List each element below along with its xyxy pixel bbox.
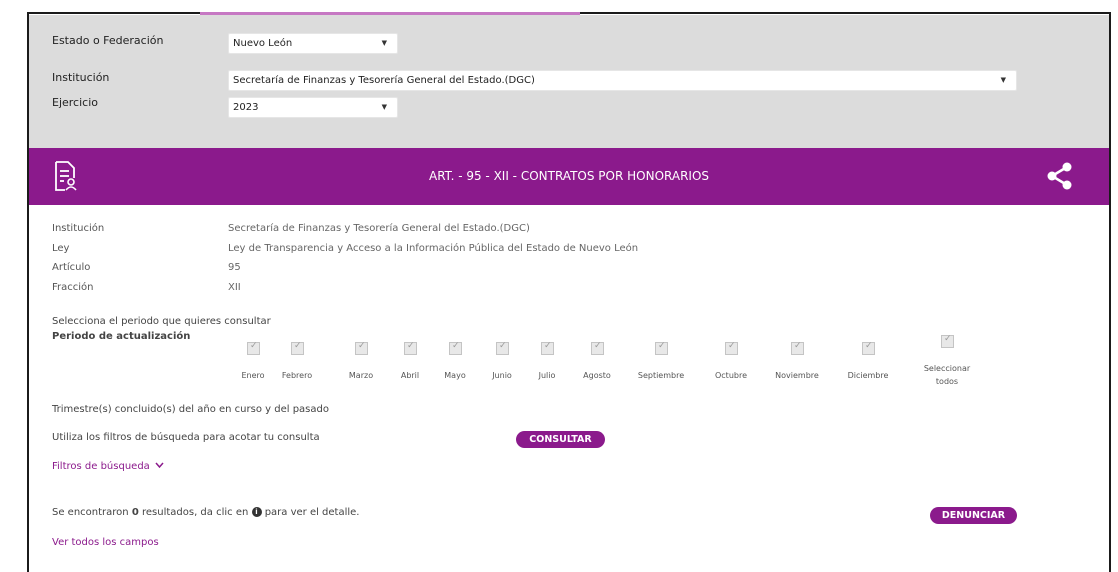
month-checkbox[interactable] xyxy=(404,341,417,355)
filtros-hint: Utiliza los filtros de búsqueda para aco… xyxy=(52,432,320,443)
chevron-down-icon: ▼ xyxy=(381,39,387,47)
institucion-label: Institución xyxy=(52,71,110,84)
meta-fraccion-value: XII xyxy=(228,282,241,293)
results-text: Se encontraron 0 resultados, da clic en … xyxy=(52,507,360,518)
meta-institucion-value: Secretaría de Finanzas y Tesorería Gener… xyxy=(228,223,530,234)
month-checkbox[interactable] xyxy=(449,341,462,355)
results-suffix-b: para ver el detalle. xyxy=(264,507,360,518)
chevron-down-icon: ▼ xyxy=(381,103,387,111)
month-checkbox[interactable] xyxy=(291,341,304,355)
consultar-button[interactable]: CONSULTAR xyxy=(516,431,605,448)
trimestres-text: Trimestre(s) concluido(s) del año en cur… xyxy=(52,404,329,415)
month-checkbox[interactable] xyxy=(591,341,604,355)
periodo-prompt: Selecciona el periodo que quieres consul… xyxy=(52,316,271,327)
results-prefix: Se encontraron xyxy=(52,507,129,518)
month-checkbox[interactable] xyxy=(862,341,875,355)
filtros-toggle-label: Filtros de búsqueda xyxy=(52,461,150,472)
month-label: Septiembre xyxy=(637,371,685,380)
ver-todos-campos-link[interactable]: Ver todos los campos xyxy=(52,537,159,548)
share-icon[interactable] xyxy=(1046,162,1074,190)
select-all-label: Seleccionar todos xyxy=(923,364,971,386)
estado-label: Estado o Federación xyxy=(52,34,164,47)
month-checkbox[interactable] xyxy=(725,341,738,355)
meta-fraccion-label: Fracción xyxy=(52,282,94,293)
select-all-checkbox[interactable] xyxy=(941,334,954,348)
estado-select-value: Nuevo León xyxy=(233,38,293,49)
banner-title: ART. - 95 - XII - CONTRATOS POR HONORARI… xyxy=(428,169,710,183)
results-suffix-a: resultados, da clic en xyxy=(141,507,249,518)
meta-articulo-label: Artículo xyxy=(52,262,91,273)
month-checkbox[interactable] xyxy=(791,341,804,355)
institucion-select-value: Secretaría de Finanzas y Tesorería Gener… xyxy=(233,75,535,86)
section-banner: ART. - 95 - XII - CONTRATOS POR HONORARI… xyxy=(29,148,1109,205)
ejercicio-select[interactable]: 2023 ▼ xyxy=(228,97,398,118)
chevron-down-icon xyxy=(155,462,164,469)
meta-articulo-value: 95 xyxy=(228,262,241,273)
meta-institucion-label: Institución xyxy=(52,223,105,234)
periodo-label: Periodo de actualización xyxy=(52,331,191,342)
info-circle-icon[interactable]: i xyxy=(251,507,262,517)
month-label: Noviembre xyxy=(775,371,819,380)
institucion-select[interactable]: Secretaría de Finanzas y Tesorería Gener… xyxy=(228,70,1017,91)
meta-ley-value: Ley de Transparencia y Acceso a la Infor… xyxy=(228,243,639,254)
results-count: 0 xyxy=(131,507,139,518)
month-label: Diciembre xyxy=(847,371,889,380)
month-checkbox[interactable] xyxy=(541,341,554,355)
month-checkbox[interactable] xyxy=(247,341,260,355)
ejercicio-label: Ejercicio xyxy=(52,96,98,109)
month-checkbox[interactable] xyxy=(655,341,668,355)
ejercicio-select-value: 2023 xyxy=(233,102,259,113)
month-checkbox[interactable] xyxy=(496,341,509,355)
filtros-busqueda-toggle[interactable]: Filtros de búsqueda xyxy=(52,461,164,472)
month-checkbox[interactable] xyxy=(355,341,368,355)
meta-ley-label: Ley xyxy=(52,243,70,254)
denunciar-button[interactable]: DENUNCIAR xyxy=(930,507,1017,524)
chevron-down-icon: ▼ xyxy=(1000,76,1006,84)
estado-select[interactable]: Nuevo León ▼ xyxy=(228,33,398,54)
